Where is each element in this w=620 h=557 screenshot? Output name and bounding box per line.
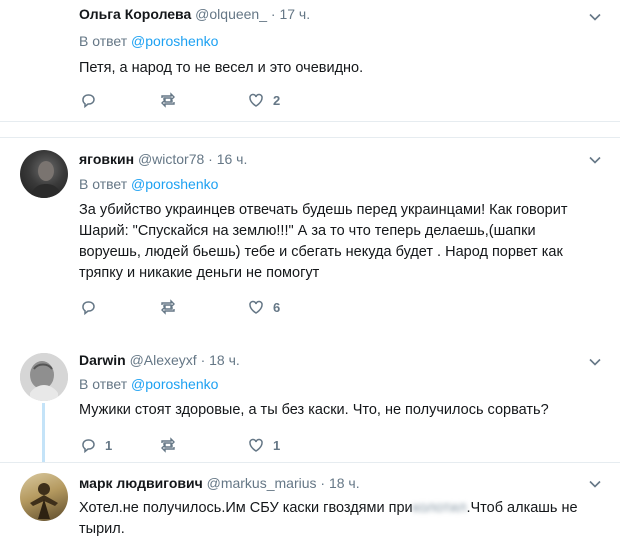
chevron-down-icon[interactable] [588, 10, 602, 24]
reply-context: В ответ @poroshenko [79, 176, 218, 192]
like-button[interactable]: 6 [247, 297, 280, 317]
avatar-photo [30, 483, 58, 519]
reply-icon [82, 94, 95, 109]
avatar-photo [20, 353, 68, 401]
reply-prefix: В ответ [79, 33, 128, 49]
tweet-text-blurred: колотил [412, 500, 467, 516]
like-count: 1 [273, 437, 281, 453]
reply-icon [82, 439, 95, 454]
author-name[interactable]: Ольга Королева [79, 6, 191, 22]
reply-button[interactable]: 1 [79, 435, 112, 455]
chevron-down-icon[interactable] [588, 477, 602, 491]
tweet-time[interactable]: · 18 ч. [320, 475, 359, 491]
tweet-4[interactable]: марк людвигович @markus_marius · 18 ч. Х… [0, 462, 620, 557]
reply-mention-link[interactable]: @poroshenko [131, 176, 218, 192]
tweet-time[interactable]: · 17 ч. [271, 6, 310, 22]
retweet-icon [161, 437, 175, 453]
avatar[interactable] [20, 473, 68, 521]
reply-context: В ответ @poroshenko [79, 33, 218, 49]
tweet-time[interactable]: · 16 ч. [208, 151, 247, 167]
author-name[interactable]: марк людвигович [79, 475, 203, 491]
retweet-button[interactable] [159, 435, 185, 455]
author-handle[interactable]: @olqueen_ [195, 6, 267, 22]
tweet-2[interactable]: яговкин @wictor78 · 16 ч. В ответ @poros… [0, 137, 620, 337]
reply-context: В ответ @poroshenko [79, 376, 218, 392]
tweet-text: Петя, а народ то не весел и это очевидно… [79, 60, 364, 76]
tweet-text: Мужики стоят здоровые, а ты без каски. Ч… [79, 402, 549, 418]
author-handle[interactable]: @markus_marius [207, 475, 317, 491]
avatar[interactable] [20, 150, 68, 198]
reply-prefix: В ответ [79, 376, 128, 392]
reply-icon [82, 301, 95, 316]
tweet-header: Darwin @Alexeyxf · 18 ч. [79, 352, 240, 368]
author-name[interactable]: яговкин [79, 151, 134, 167]
tweet-text: Хотел.не получилось.Им СБУ каски гвоздям… [79, 498, 594, 540]
avatar-photo [30, 161, 62, 198]
like-count: 2 [273, 92, 281, 108]
tweet-time[interactable]: · 18 ч. [201, 352, 240, 368]
retweet-button[interactable] [159, 297, 185, 317]
tweet-text: За убийство украинцев отвечать будешь пе… [79, 202, 568, 281]
retweet-icon [161, 299, 175, 315]
chevron-down-icon[interactable] [588, 153, 602, 167]
retweet-button[interactable] [159, 90, 185, 110]
retweet-icon [161, 92, 175, 108]
chevron-down-icon[interactable] [588, 355, 602, 369]
reply-button[interactable] [79, 297, 105, 317]
thread-connector [42, 403, 45, 465]
reply-mention-link[interactable]: @poroshenko [131, 33, 218, 49]
reply-prefix: В ответ [79, 176, 128, 192]
tweet-header: марк людвигович @markus_marius · 18 ч. [79, 475, 360, 491]
like-button[interactable]: 2 [247, 90, 280, 110]
author-name[interactable]: Darwin [79, 352, 126, 368]
tweet-header: яговкин @wictor78 · 16 ч. [79, 151, 247, 167]
heart-icon [249, 93, 263, 107]
avatar[interactable] [20, 353, 68, 401]
tweet-header: Ольга Королева @olqueen_ · 17 ч. [79, 6, 310, 22]
like-count: 6 [273, 299, 281, 315]
reply-mention-link[interactable]: @poroshenko [131, 376, 218, 392]
tweet-3[interactable]: Darwin @Alexeyxf · 18 ч. В ответ @porosh… [0, 336, 620, 462]
tweet-1[interactable]: Ольга Королева @olqueen_ · 17 ч. В ответ… [0, 0, 620, 122]
like-button[interactable]: 1 [247, 435, 280, 455]
heart-icon [249, 438, 263, 452]
heart-icon [249, 300, 263, 314]
author-handle[interactable]: @Alexeyxf [130, 352, 197, 368]
reply-button[interactable] [79, 90, 105, 110]
tweet-text-start: Хотел.не получилось.Им СБУ каски гвоздям… [79, 500, 413, 516]
author-handle[interactable]: @wictor78 [138, 151, 204, 167]
reply-count: 1 [105, 437, 113, 453]
